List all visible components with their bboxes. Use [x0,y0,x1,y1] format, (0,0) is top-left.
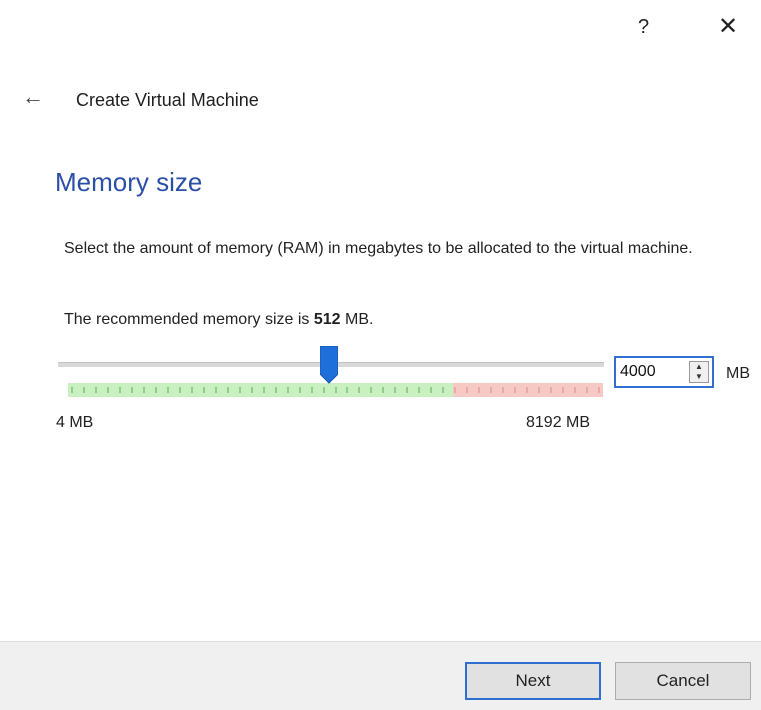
slider-max-label: 8192 MB [526,414,591,431]
spin-buttons[interactable]: ▲ ▼ [689,361,709,383]
button-bar: Next Cancel [0,641,761,710]
recommended-size-text: The recommended memory size is 512 MB. [64,311,373,329]
back-arrow-icon[interactable]: ← [22,84,44,110]
help-button[interactable]: ? [638,16,649,39]
spin-up-icon[interactable]: ▲ [690,362,708,372]
cancel-button[interactable]: Cancel [615,662,751,700]
recommended-value: 512 [313,311,341,328]
wizard-title: Create Virtual Machine [76,90,259,110]
memory-unit-label: MB [726,365,750,382]
memory-input[interactable] [620,361,682,383]
memory-spinbox[interactable]: ▲ ▼ [614,356,714,388]
next-button[interactable]: Next [465,662,601,700]
close-button[interactable]: ✕ [718,12,738,41]
spin-down-icon[interactable]: ▼ [690,372,708,382]
recommended-prefix: The recommended memory size is [64,311,314,328]
recommended-suffix: MB. [340,311,374,328]
slider-handle[interactable] [320,346,339,384]
slider-scale [68,383,603,397]
memory-slider[interactable] [58,344,604,404]
description-text: Select the amount of memory (RAM) in meg… [64,240,693,257]
slider-ticks [71,387,600,393]
page-heading: Memory size [55,167,203,197]
slider-min-label: 4 MB [56,414,94,431]
